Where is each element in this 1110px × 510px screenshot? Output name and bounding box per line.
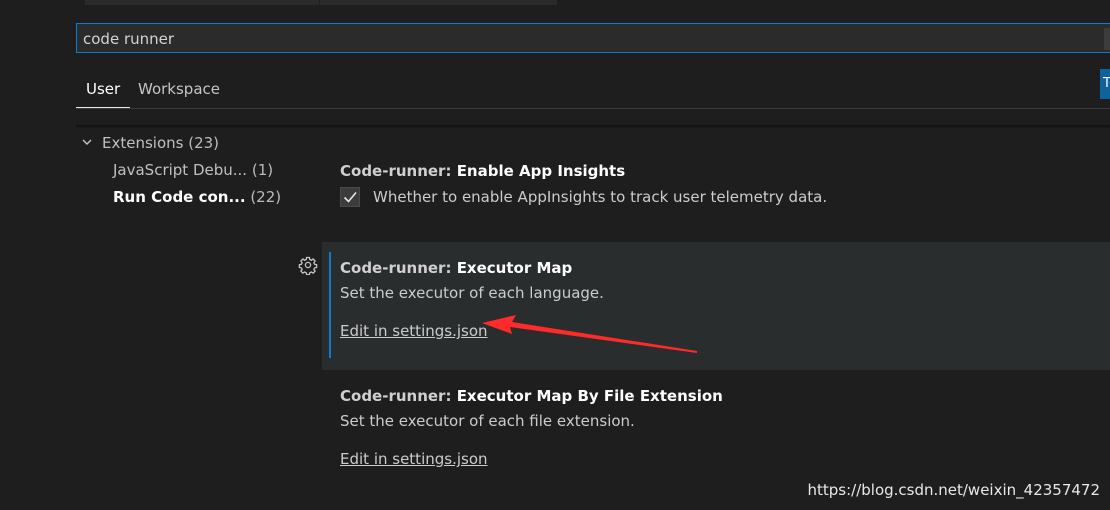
setting-executor-map-by-file-extension: Code-runner: Executor Map By File Extens…	[322, 370, 1110, 480]
settings-toc: Extensions (23) JavaScript Debu... (1) R…	[78, 130, 288, 211]
search-clear-control[interactable]	[1104, 28, 1110, 50]
setting-description: Set the executor of each file extension.	[340, 412, 635, 430]
search-input[interactable]: code runner	[76, 23, 1110, 53]
tab-user[interactable]: User	[76, 72, 131, 108]
toc-group-extensions[interactable]: Extensions (23)	[78, 130, 288, 157]
toc-group-name: Extensions	[102, 134, 184, 152]
watermark: https://blog.csdn.net/weixin_42357472	[807, 481, 1100, 499]
enable-app-insights-checkbox[interactable]	[340, 187, 360, 207]
right-edge-button[interactable]: T	[1100, 69, 1110, 99]
toc-item-javascript-debug[interactable]: JavaScript Debu... (1)	[78, 157, 288, 184]
chevron-down-icon	[82, 139, 92, 145]
setting-title: Code-runner: Executor Map	[340, 259, 572, 277]
setting-name: Enable App Insights	[456, 162, 626, 180]
setting-category: Code-runner:	[340, 259, 457, 277]
toc-item-name: JavaScript Debu...	[113, 161, 248, 179]
focus-indicator	[329, 252, 331, 358]
setting-enable-app-insights: Code-runner: Enable App Insights Whether…	[322, 150, 1110, 230]
setting-name: Executor Map	[456, 259, 573, 277]
edit-in-settings-json-link[interactable]: Edit in settings.json	[340, 450, 488, 468]
toc-item-label: JavaScript Debu... (1)	[113, 157, 273, 184]
gear-icon[interactable]	[298, 255, 318, 275]
toc-group-label: Extensions (23)	[102, 130, 219, 157]
setting-description: Whether to enable AppInsights to track u…	[373, 188, 828, 206]
setting-title: Code-runner: Enable App Insights	[340, 162, 625, 180]
toc-item-count: (22)	[250, 188, 282, 206]
settings-tabs: User Workspace	[76, 72, 1110, 109]
toc-group-count: (23)	[188, 134, 220, 152]
setting-name: Executor Map By File Extension	[456, 387, 723, 405]
setting-executor-map: Code-runner: Executor Map Set the execut…	[322, 242, 1110, 370]
top-strip	[85, 0, 557, 5]
toc-item-count: (1)	[251, 161, 274, 179]
setting-description: Set the executor of each language.	[340, 284, 604, 302]
toc-item-run-code[interactable]: Run Code con... (22)	[78, 184, 288, 211]
header-shadow	[76, 125, 1110, 129]
setting-category: Code-runner:	[340, 387, 457, 405]
toc-item-label: Run Code con... (22)	[113, 184, 281, 211]
edit-in-settings-json-link[interactable]: Edit in settings.json	[340, 322, 488, 340]
setting-category: Code-runner:	[340, 162, 457, 180]
tab-workspace[interactable]: Workspace	[138, 72, 220, 107]
setting-title: Code-runner: Executor Map By File Extens…	[340, 387, 723, 405]
toc-item-name: Run Code con...	[113, 188, 246, 206]
check-icon	[343, 191, 357, 203]
top-strip-divider	[319, 0, 320, 5]
